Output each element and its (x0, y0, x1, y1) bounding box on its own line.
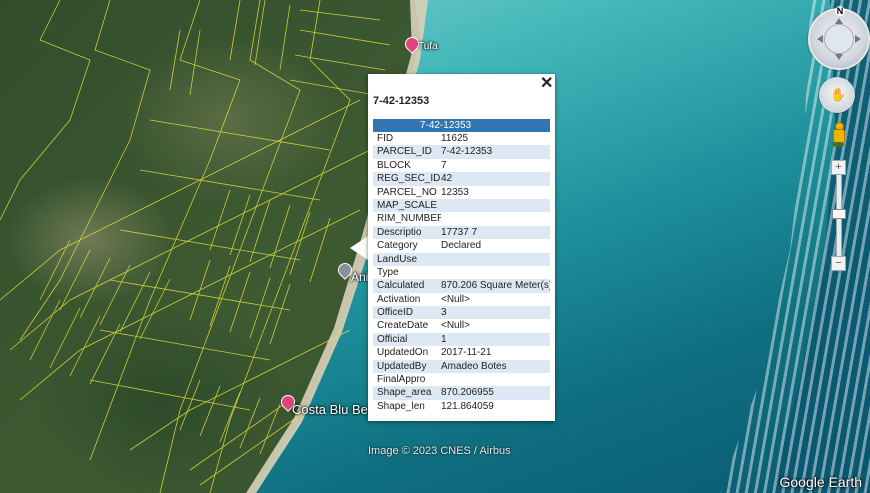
table-row: FinalAppro (373, 373, 550, 386)
attribute-key: Shape_len (377, 400, 425, 412)
table-row: BLOCK 7 (373, 159, 550, 172)
parcel-info-popup: ✕ 7-42-12353 7-42-12353 FID 11625 PARCEL_I… (368, 74, 555, 421)
table-row: PARCEL_NO 12353 (373, 186, 550, 199)
close-icon[interactable]: ✕ (540, 76, 553, 92)
table-body: FID 11625 PARCEL_ID 7-42-12353 BLOCK 7 REG_SEC… (373, 132, 550, 413)
attribute-key: MAP_SCALE (377, 199, 438, 211)
compass-control[interactable]: N (808, 6, 870, 70)
attribute-value: 3 (441, 307, 447, 319)
attribute-value: Declared (441, 240, 482, 252)
table-row: MAP_SCALE (373, 198, 550, 213)
attribute-value: <Null> (441, 320, 470, 332)
attribute-value: 17737 7 (441, 226, 478, 238)
attribute-key: OfficeID (377, 307, 413, 319)
attribute-key: UpdatedBy (377, 360, 427, 372)
attribute-value: 870.206955 (441, 387, 494, 399)
attribute-value (441, 253, 550, 266)
attribute-value: 7 (441, 159, 447, 171)
arrow-up-icon[interactable] (835, 18, 843, 24)
table-row: Activation <Null> (373, 293, 550, 306)
attribute-key: CreateDate (377, 320, 429, 332)
attribute-table: 7-42-12353 FID 11625 PARCEL_ID 7-42-12353 BL… (373, 119, 550, 413)
attribute-key: Calculated (377, 280, 425, 292)
table-row: Official 1 (373, 332, 550, 347)
table-row: Shape_len 121.864059 (373, 400, 550, 413)
zoom-slider-thumb[interactable] (832, 209, 846, 219)
table-row: Category Declared (373, 239, 550, 252)
look-joystick[interactable] (824, 24, 854, 54)
attribute-key: Descriptio (377, 226, 422, 238)
popup-pointer (350, 236, 368, 260)
table-header: 7-42-12353 (373, 119, 550, 132)
attribute-key: RIM_NUMBER (377, 213, 441, 225)
arrow-down-icon[interactable] (835, 54, 843, 60)
attribute-key: FID (377, 133, 394, 144)
table-header-title: 7-42-12353 (419, 120, 472, 131)
table-row: Shape_area 870.206955 (373, 386, 550, 400)
table-row: Descriptio 17737 7 (373, 225, 550, 240)
attribute-key: Activation (377, 293, 421, 305)
table-row: REG_SEC_ID 42 (373, 172, 550, 186)
attribute-value: 11625 (441, 133, 469, 144)
table-row: UpdatedOn 2017-11-21 (373, 346, 550, 359)
attribute-key: PARCEL_NO (377, 186, 437, 198)
table-row: Calculated 870.206 Square Meter(s) (373, 279, 550, 293)
attribute-key: Shape_area (377, 387, 432, 399)
pan-control[interactable]: ✋ (819, 77, 855, 113)
attribute-key: LandUse (377, 253, 418, 265)
attribute-value (441, 212, 550, 225)
table-row: LandUse (373, 252, 550, 266)
attribute-value (441, 373, 550, 386)
table-row: FID 11625 (373, 132, 550, 145)
table-row: OfficeID 3 (373, 306, 550, 320)
table-row: CreateDate <Null> (373, 319, 550, 332)
attribute-value: Amadeo Botes (441, 360, 507, 372)
attribute-key: PARCEL_ID (377, 146, 432, 158)
place-label-tufa[interactable]: Tufa (418, 41, 438, 52)
google-earth-logo: Google Earth (779, 474, 863, 490)
attribute-key: Type (377, 266, 399, 278)
attribute-key: Category (377, 240, 418, 252)
arrow-left-icon[interactable] (817, 35, 823, 43)
table-row: PARCEL_ID 7-42-12353 (373, 145, 550, 159)
hand-icon[interactable]: ✋ (830, 87, 846, 103)
street-view-pegman-icon[interactable] (832, 122, 845, 148)
attribute-key: BLOCK (377, 159, 411, 171)
zoom-in-button[interactable]: + (831, 160, 846, 175)
arrow-right-icon[interactable] (855, 35, 861, 43)
attribute-value (441, 199, 550, 212)
table-row: Type (373, 266, 550, 279)
attribute-value (441, 266, 550, 279)
popup-title: 7-42-12353 (373, 95, 430, 107)
table-row: UpdatedBy Amadeo Botes (373, 359, 550, 374)
attribute-key: Official (377, 333, 408, 345)
zoom-out-button[interactable]: − (831, 256, 846, 271)
attribute-value: 42 (441, 173, 453, 185)
attribute-value: <Null> (441, 293, 470, 305)
north-indicator[interactable]: N (835, 6, 845, 16)
table-row: RIM_NUMBER (373, 212, 550, 225)
attribute-value: 870.206 Square Meter(s) (441, 280, 550, 292)
attribute-value: 121.864059 (441, 400, 494, 412)
imagery-copyright: Image © 2023 CNES / Airbus (368, 445, 511, 457)
attribute-value: 7-42-12353 (441, 146, 493, 158)
attribute-value: 12353 (441, 186, 469, 198)
attribute-value: 1 (441, 333, 447, 345)
attribute-key: FinalAppro (377, 374, 426, 386)
attribute-key: UpdatedOn (377, 347, 429, 359)
attribute-value: 2017-11-21 (441, 347, 492, 359)
attribute-key: REG_SEC_ID (377, 173, 441, 185)
